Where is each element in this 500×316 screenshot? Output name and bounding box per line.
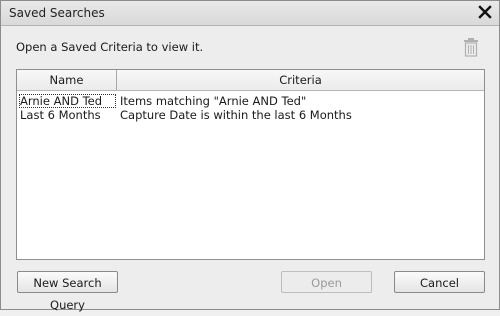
table-row[interactable]: Last 6 Months Capture Date is within the… [17, 108, 484, 122]
column-header-criteria[interactable]: Criteria [117, 70, 484, 90]
table-header: Name Criteria [17, 70, 484, 91]
saved-searches-dialog: Saved Searches Open a Saved Criteria to … [0, 0, 500, 312]
close-icon[interactable] [477, 4, 493, 20]
title-bar: Saved Searches [1, 1, 499, 26]
cancel-button[interactable]: Cancel [394, 271, 485, 293]
row-criteria-cell: Items matching "Arnie AND Ted" [120, 94, 307, 108]
row-name-cell: Arnie AND Ted [19, 94, 116, 108]
column-header-name[interactable]: Name [17, 70, 117, 90]
trash-icon[interactable] [463, 37, 479, 57]
table-row[interactable]: Arnie AND Ted Items matching "Arnie AND … [17, 94, 484, 108]
new-search-query-button[interactable]: New Search Query [17, 271, 118, 312]
saved-searches-table: Name Criteria Arnie AND Ted Items matchi… [16, 69, 485, 260]
row-name-cell: Last 6 Months [20, 108, 101, 122]
row-criteria-cell: Capture Date is within the last 6 Months [120, 108, 352, 122]
dialog-title: Saved Searches [9, 6, 105, 20]
instruction-text: Open a Saved Criteria to view it. [16, 40, 204, 54]
open-button[interactable]: Open [281, 271, 372, 293]
